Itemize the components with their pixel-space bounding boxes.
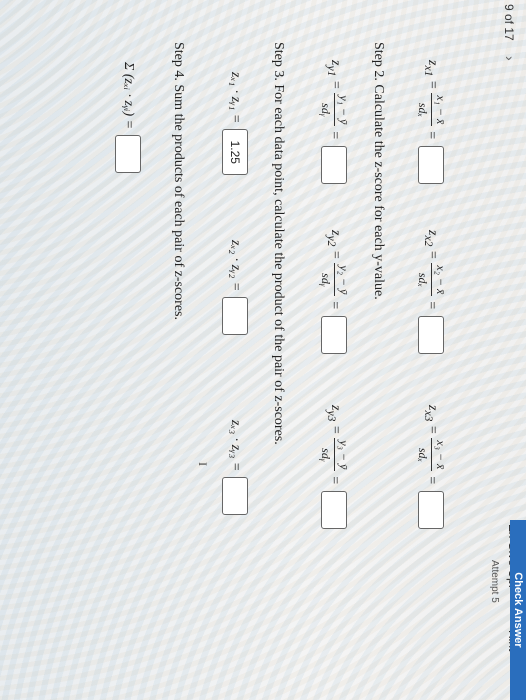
- zx1-lhs: zx1 =: [422, 60, 441, 90]
- product1-label: zₓ₁ · zᵧ₁ =: [228, 72, 243, 124]
- zx3-lhs: zx3 =: [422, 405, 441, 435]
- product1-input[interactable]: 1.25: [222, 129, 248, 176]
- zy2-lhs: zy2 =: [325, 230, 344, 260]
- product2-equation: zₓ₂ · zᵧ₂ =: [222, 240, 248, 336]
- zy1-denominator: sdᵧ: [319, 103, 333, 117]
- check-answer-wrap: Check Answer: [510, 520, 526, 700]
- product2-input[interactable]: [222, 297, 248, 336]
- sum-equation: Σ (zₓᵢ · zᵧᵢ) =: [115, 62, 141, 174]
- rotated-page: 9 of 17 › Ex Give Up! Hint Attempt 5 zx1…: [0, 0, 526, 700]
- zy3-lhs: zy3 =: [325, 405, 344, 435]
- equals-sign: =: [424, 130, 440, 140]
- zx1-fraction: x₁ − x̄ sdₓ: [415, 93, 448, 127]
- zx1-denominator: sdₓ: [416, 102, 430, 117]
- zy2-numerator: y₂ − ȳ: [334, 263, 351, 297]
- step2-title: Step 2. Calculate the z-score for each y…: [371, 42, 386, 300]
- product3-equation: zₓ₃ · zᵧ₃ =: [222, 420, 248, 516]
- product3-input[interactable]: [222, 477, 248, 516]
- zy2-denominator: sdᵧ: [319, 273, 333, 287]
- step3-title: Step 3. For each data point, calculate t…: [271, 42, 286, 445]
- zy1-input[interactable]: [321, 145, 348, 184]
- text-cursor-icon: I: [196, 462, 210, 466]
- zx1-equation: zx1 = x₁ − x̄ sdₓ =: [415, 60, 448, 184]
- zx3-equation: zx3 = x₃ − x̄ sdₓ =: [415, 405, 448, 529]
- equals-sign: =: [327, 475, 343, 485]
- product2-label: zₓ₂ · zᵧ₂ =: [228, 240, 243, 292]
- zx2-fraction: x₂ − x̄ sdₓ: [415, 263, 448, 297]
- zy3-fraction: y₃ − ȳ sdᵧ: [318, 438, 351, 472]
- product1-equation: zₓ₁ · zᵧ₁ = 1.25: [222, 72, 248, 176]
- zy3-input[interactable]: [321, 490, 348, 529]
- equals-sign: =: [424, 475, 440, 485]
- equals-sign: =: [327, 300, 343, 310]
- zy3-numerator: y₃ − ȳ: [334, 438, 351, 472]
- zy1-lhs: zy1 =: [325, 60, 344, 90]
- sum-label: Σ (zₓᵢ · zᵧᵢ) =: [121, 62, 136, 130]
- zx2-numerator: x₂ − x̄: [431, 263, 448, 297]
- step4-title: Step 4. Sum the products of each pair of…: [171, 42, 186, 320]
- zx3-numerator: x₃ − x̄: [431, 438, 448, 472]
- chevron-right-icon[interactable]: ›: [502, 56, 518, 61]
- product3-label: zₓ₃ · zᵧ₃ =: [228, 420, 243, 472]
- check-answer-button[interactable]: Check Answer: [510, 520, 526, 700]
- zy1-fraction: y₁ − ȳ sdᵧ: [318, 93, 351, 127]
- zy1-numerator: y₁ − ȳ: [334, 93, 351, 127]
- zx2-equation: zx2 = x₂ − x̄ sdₓ =: [415, 230, 448, 354]
- zy3-denominator: sdᵧ: [319, 448, 333, 462]
- page-counter: 9 of 17: [502, 4, 516, 41]
- zx1-input[interactable]: [418, 145, 445, 184]
- zy2-fraction: y₂ − ȳ sdᵧ: [318, 263, 351, 297]
- attempt-dropdown[interactable]: Attempt 5: [489, 560, 500, 603]
- zx3-denominator: sdₓ: [416, 447, 430, 462]
- equals-sign: =: [327, 130, 343, 140]
- equals-sign: =: [424, 300, 440, 310]
- zx2-denominator: sdₓ: [416, 272, 430, 287]
- zx3-fraction: x₃ − x̄ sdₓ: [415, 438, 448, 472]
- zy3-equation: zy3 = y₃ − ȳ sdᵧ =: [318, 405, 351, 529]
- zy2-equation: zy2 = y₂ − ȳ sdᵧ =: [318, 230, 351, 354]
- zx3-input[interactable]: [418, 490, 445, 529]
- sum-input[interactable]: [115, 135, 141, 174]
- zy2-input[interactable]: [321, 315, 348, 354]
- zx2-lhs: zx2 =: [422, 230, 441, 260]
- zy1-equation: zy1 = y₁ − ȳ sdᵧ =: [318, 60, 351, 184]
- zx2-input[interactable]: [418, 315, 445, 354]
- zx1-numerator: x₁ − x̄: [431, 93, 448, 127]
